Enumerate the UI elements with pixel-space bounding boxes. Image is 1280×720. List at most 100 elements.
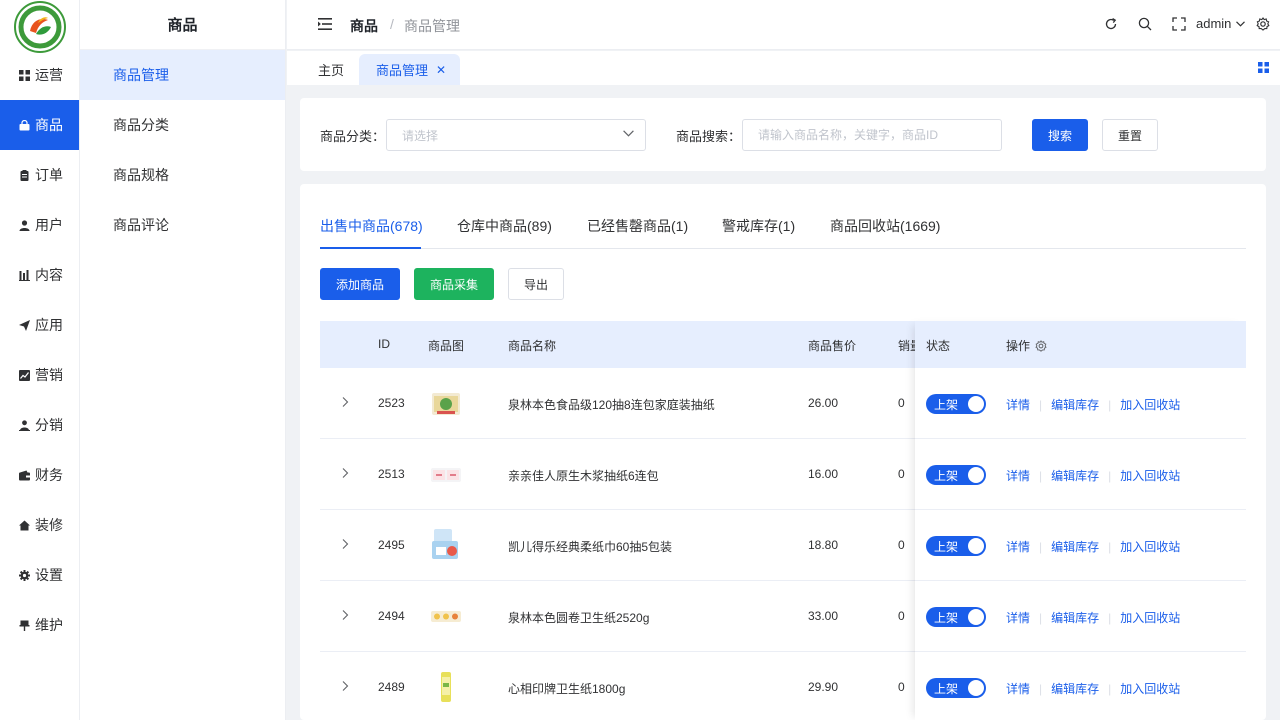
recycle-link[interactable]: 加入回收站 [1120,538,1180,555]
cell-price: 18.80 [808,538,839,552]
cell-name[interactable]: 亲亲佳人原生木浆抽纸6连包 [508,467,659,484]
cell-price: 29.90 [808,680,839,694]
gear-icon [19,569,30,581]
chevron-down-icon [1236,20,1246,27]
product-list-card: 出售中商品(678) 仓库中商品(89) 已经售罄商品(1) 警戒库存(1) 商… [300,184,1266,720]
person-icon [19,419,30,431]
status-toggle[interactable]: 上架 [926,536,986,556]
submenu-item-product-category[interactable]: 商品分类 [80,100,285,150]
col-ops: 操作 [1006,337,1047,354]
status-tabs: 出售中商品(678) 仓库中商品(89) 已经售罄商品(1) 警戒库存(1) 商… [320,208,1246,249]
rail-item[interactable]: 订单 [0,150,79,200]
cell-sales: 0 [898,680,905,694]
tag-home[interactable]: 主页 [318,54,344,85]
settings-gear-icon[interactable] [1256,17,1270,31]
detail-link[interactable]: 详情 [1006,609,1030,626]
table-body: 2523 泉林本色食品级120抽8连包家庭装抽纸 26.00 0 上架 详情 | 编辑库存 | 加… [320,368,1246,720]
toggle-knob [968,609,984,625]
recycle-link[interactable]: 加入回收站 [1120,396,1180,413]
tab-warehouse[interactable]: 仓库中商品(89) [457,216,552,236]
search-icon[interactable] [1138,17,1152,31]
column-settings-icon[interactable] [1035,339,1047,352]
status-toggle[interactable]: 上架 [926,607,986,627]
main-nav-rail: 运营商品订单 用户 内容 应用 营销 分销 财务 装修 设置 维护 [0,0,80,720]
refresh-icon[interactable] [1104,17,1118,31]
cell-sales-clip: 0 [898,396,915,412]
collect-product-button[interactable]: 商品采集 [414,268,494,300]
reset-button[interactable]: 重置 [1102,119,1158,151]
close-icon[interactable]: ✕ [436,63,446,77]
rail-item[interactable]: 分销 [0,400,79,450]
tab-stock-alert[interactable]: 警戒库存(1) [722,216,795,236]
submenu-item-product-spec[interactable]: 商品规格 [80,150,285,200]
rail-item[interactable]: 设置 [0,550,79,600]
rail-item[interactable]: 应用 [0,300,79,350]
edit-stock-link[interactable]: 编辑库存 [1051,396,1099,413]
search-input[interactable] [742,119,1002,151]
chevron-right-icon[interactable] [340,680,350,692]
rail-item[interactable]: 用户 [0,200,79,250]
status-toggle[interactable]: 上架 [926,394,986,414]
export-button[interactable]: 导出 [508,268,564,300]
cell-name[interactable]: 心相印牌卫生纸1800g [508,680,625,697]
edit-stock-link[interactable]: 编辑库存 [1051,538,1099,555]
chevron-right-icon[interactable] [340,609,350,621]
toggle-knob [968,680,984,696]
rail-item-label: 商品 [35,117,63,133]
submenu-item-product-manage[interactable]: 商品管理 [80,50,285,100]
product-thumbnail [428,527,464,563]
cell-name[interactable]: 泉林本色圆卷卫生纸2520g [508,609,649,626]
submenu-title: 商品 [80,0,285,50]
status-toggle[interactable]: 上架 [926,465,986,485]
detail-link[interactable]: 详情 [1006,396,1030,413]
col-image: 商品图 [428,339,465,353]
status-toggle[interactable]: 上架 [926,678,986,698]
submenu-item-product-review[interactable]: 商品评论 [80,200,285,250]
table-row: 2495 凯儿得乐经典柔纸巾60抽5包装 18.80 0 上架 详情 | 编辑库存 | 加入回收站 [320,510,1246,581]
breadcrumb-root[interactable]: 商品 [350,16,378,36]
recycle-link[interactable]: 加入回收站 [1120,609,1180,626]
rail-item[interactable]: 内容 [0,250,79,300]
action-divider: | [1039,681,1043,696]
cell-name[interactable]: 凯儿得乐经典柔纸巾60抽5包装 [508,538,672,555]
table-header: ID 商品图 商品名称 商品售价 销量 状态 操作 [320,321,1246,368]
menu-fold-icon[interactable] [318,17,332,31]
cell-name[interactable]: 泉林本色食品级120抽8连包家庭装抽纸 [508,396,715,413]
rail-item[interactable]: 财务 [0,450,79,500]
col-name: 商品名称 [508,339,557,353]
product-thumbnail [428,669,464,705]
rail-item[interactable]: 运营 [0,50,79,100]
edit-stock-link[interactable]: 编辑库存 [1051,680,1099,697]
recycle-link[interactable]: 加入回收站 [1120,680,1180,697]
sub-menu: 商品 商品管理 商品分类 商品规格 商品评论 [80,0,286,720]
search-button[interactable]: 搜索 [1032,119,1088,151]
fullscreen-icon[interactable] [1172,17,1186,31]
detail-link[interactable]: 详情 [1006,680,1030,697]
rail-item[interactable]: 营销 [0,350,79,400]
category-select[interactable]: 请选择 [386,119,646,151]
pin-icon [19,620,30,631]
tag-menu-grid-icon[interactable] [1258,62,1269,73]
chevron-right-icon[interactable] [340,538,350,550]
edit-stock-link[interactable]: 编辑库存 [1051,467,1099,484]
detail-link[interactable]: 详情 [1006,467,1030,484]
cell-price: 33.00 [808,609,839,623]
home-icon [19,520,30,531]
tab-sold-out[interactable]: 已经售罄商品(1) [587,216,688,236]
tab-on-sale[interactable]: 出售中商品(678) [320,216,423,236]
rail-item[interactable]: 装修 [0,500,79,550]
rail-item[interactable]: 商品 [0,100,79,150]
chevron-right-icon[interactable] [340,396,350,408]
chevron-right-icon[interactable] [340,467,350,479]
tag-product-manage[interactable]: 商品管理 ✕ [359,54,460,85]
edit-stock-link[interactable]: 编辑库存 [1051,609,1099,626]
detail-link[interactable]: 详情 [1006,538,1030,555]
username: admin [1196,16,1232,31]
rail-item[interactable]: 维护 [0,600,79,650]
add-product-button[interactable]: 添加商品 [320,268,400,300]
trend-icon [19,369,30,381]
recycle-link[interactable]: 加入回收站 [1120,467,1180,484]
bag-icon [19,119,30,131]
tab-recycle-bin[interactable]: 商品回收站(1669) [830,216,940,236]
user-menu[interactable]: admin [1196,16,1246,31]
